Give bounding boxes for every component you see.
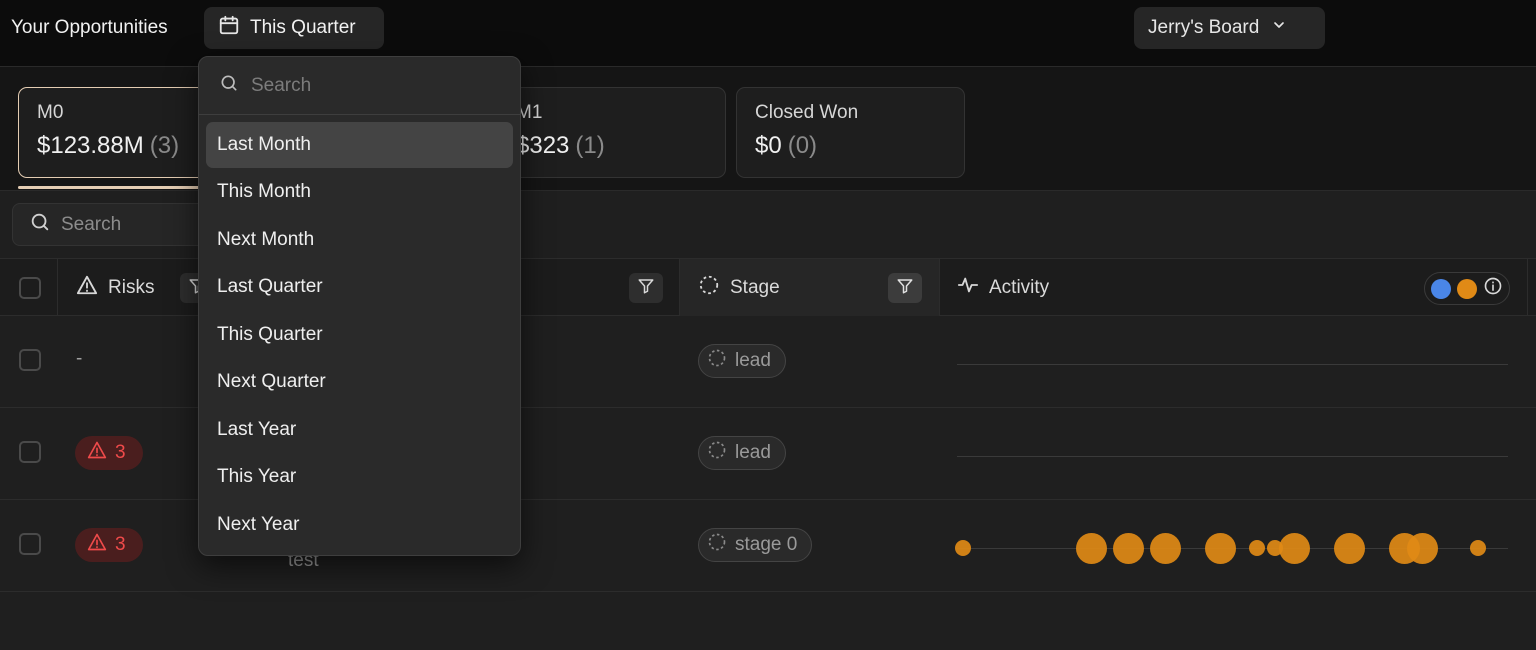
activity-bubble[interactable]	[1407, 533, 1438, 564]
activity-pulse-icon	[957, 274, 979, 302]
dashed-circle-icon	[698, 274, 720, 302]
dropdown-item-next-year[interactable]: Next Year	[206, 502, 513, 548]
dashed-circle-icon	[707, 348, 727, 374]
board-selector[interactable]: Jerry's Board	[1134, 7, 1325, 49]
warning-icon	[76, 274, 98, 302]
risk-value: -	[76, 348, 83, 369]
search-placeholder: Search	[61, 213, 122, 235]
dropdown-item-last-quarter[interactable]: Last Quarter	[206, 264, 513, 310]
stage-name: Closed Won	[755, 102, 859, 123]
activity-bubble[interactable]	[1076, 533, 1107, 564]
warning-icon	[87, 532, 107, 558]
select-all-checkbox[interactable]	[19, 277, 41, 299]
activity-bubble[interactable]	[1113, 533, 1144, 564]
stage-badge-label: stage 0	[735, 534, 798, 555]
search-icon	[29, 211, 51, 239]
stage-column-header[interactable]: Stage	[698, 259, 780, 317]
activity-bubble[interactable]	[955, 540, 971, 556]
activity-bubble[interactable]	[1279, 533, 1310, 564]
activity-bubble[interactable]	[1470, 540, 1486, 556]
risk-count: 3	[115, 534, 126, 555]
stage-card-m0[interactable]: M0 $123.88M (3)	[18, 87, 218, 178]
dropdown-item-this-quarter[interactable]: This Quarter	[206, 312, 513, 358]
calendar-icon	[218, 14, 240, 42]
stage-badge: stage 0	[698, 528, 813, 562]
stage-column-label: Stage	[730, 277, 780, 298]
dropdown-search-placeholder: Search	[251, 74, 312, 96]
stage-count: (0)	[787, 132, 818, 159]
info-icon[interactable]	[1483, 276, 1503, 301]
stage-card-closed-won[interactable]: Closed Won $0 (0)	[736, 87, 965, 178]
stage-badge-label: lead	[735, 442, 771, 463]
filter-icon	[896, 277, 914, 300]
dropdown-item-last-month[interactable]: Last Month	[206, 122, 513, 168]
date-filter-label: This Quarter	[250, 17, 356, 38]
activity-column-header[interactable]: Activity	[957, 259, 1049, 317]
search-icon	[219, 73, 239, 99]
orange-legend-dot	[1457, 278, 1477, 299]
stage-count: (3)	[149, 132, 180, 159]
row-checkbox[interactable]	[19, 441, 41, 463]
risk-badge[interactable]: 3	[75, 436, 143, 470]
activity-column-label: Activity	[989, 277, 1050, 298]
risk-badge[interactable]: 3	[75, 528, 143, 562]
activity-track	[957, 364, 1508, 365]
warning-icon	[87, 440, 107, 466]
dashed-circle-icon	[707, 440, 727, 466]
stage-badge: lead	[698, 436, 786, 470]
stage-filter-button[interactable]	[888, 273, 922, 303]
stage-name: M0	[37, 102, 64, 123]
activity-bubble[interactable]	[1334, 533, 1365, 564]
stage-amount: $0	[755, 132, 782, 159]
table-search-input[interactable]: Search	[12, 203, 212, 246]
date-filter-button[interactable]: This Quarter	[204, 7, 384, 49]
stage-amount: $323	[516, 132, 570, 159]
activity-legend[interactable]	[1424, 272, 1510, 305]
dropdown-item-next-month[interactable]: Next Month	[206, 217, 513, 263]
risks-column-label: Risks	[108, 277, 155, 298]
stage-card-m1[interactable]: M1 $323 (1)	[497, 87, 726, 178]
filter-icon	[637, 277, 655, 300]
board-label: Jerry's Board	[1148, 17, 1260, 38]
stage-name: M1	[516, 102, 543, 123]
blue-legend-dot	[1431, 278, 1451, 299]
active-stage-indicator	[18, 186, 208, 189]
chevron-down-icon	[1271, 17, 1287, 39]
stage-badge: lead	[698, 344, 786, 378]
risk-count: 3	[115, 442, 126, 463]
dashed-circle-icon	[707, 532, 727, 558]
page-title: Your Opportunities	[11, 17, 168, 38]
stage-badge-label: lead	[735, 350, 771, 371]
dropdown-item-this-year[interactable]: This Year	[206, 454, 513, 500]
risks-column-header[interactable]: Risks	[76, 259, 154, 317]
row-checkbox[interactable]	[19, 533, 41, 555]
activity-bubble[interactable]	[1205, 533, 1236, 564]
name-filter-button[interactable]	[629, 273, 663, 303]
activity-bubble[interactable]	[1150, 533, 1181, 564]
stage-amount: $123.88M	[37, 132, 144, 159]
activity-bubble[interactable]	[1249, 540, 1265, 556]
stage-count: (1)	[575, 132, 605, 159]
row-checkbox[interactable]	[19, 349, 41, 371]
dropdown-item-last-year[interactable]: Last Year	[206, 407, 513, 453]
dropdown-item-next-quarter[interactable]: Next Quarter	[206, 359, 513, 405]
date-filter-dropdown: Search Last Month This Month Next Month …	[198, 56, 521, 556]
activity-track	[957, 456, 1508, 457]
dropdown-search-input[interactable]: Search	[199, 57, 520, 115]
dropdown-item-this-month[interactable]: This Month	[206, 169, 513, 215]
